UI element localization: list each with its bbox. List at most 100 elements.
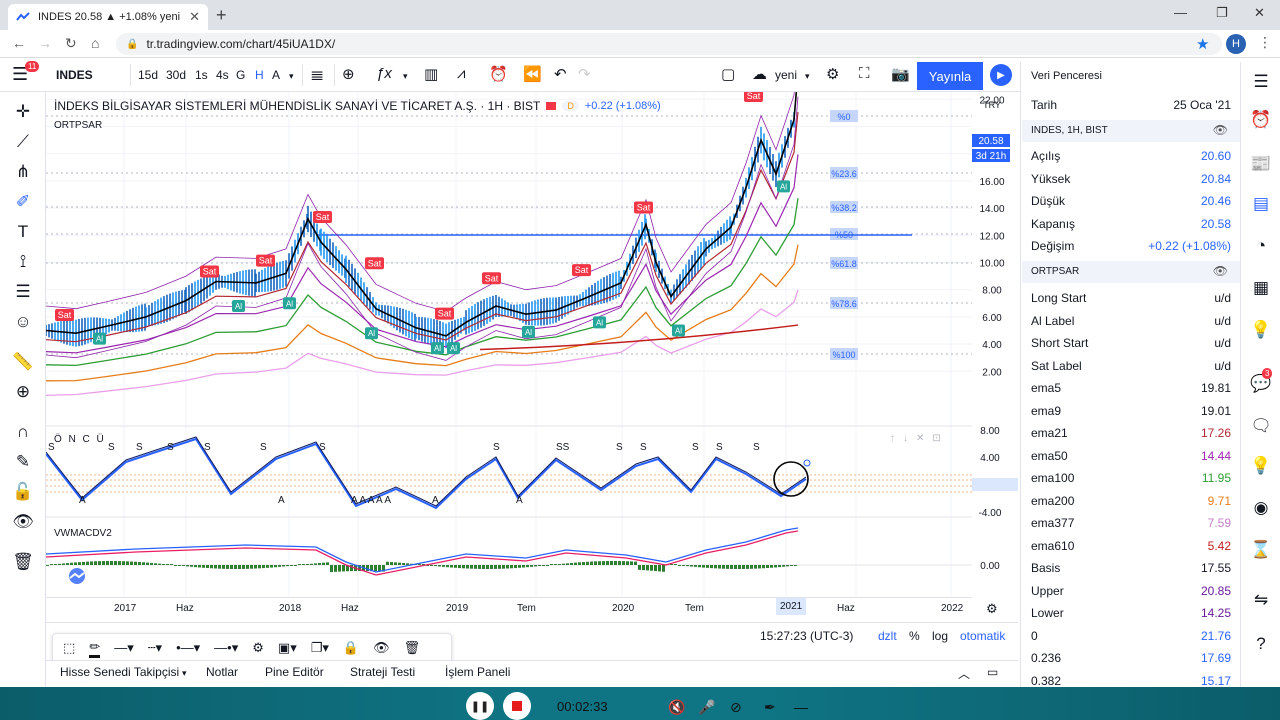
pane-controls[interactable]: ↑↓✕⊡ <box>890 433 949 444</box>
trash-icon[interactable]: 🗑 <box>12 552 34 572</box>
data-window-icon[interactable]: ▤ <box>1250 194 1272 214</box>
streams-icon[interactable]: 🗨 <box>1250 416 1272 436</box>
candle-style-icon[interactable]: 𝍣 <box>311 65 323 90</box>
mic-icon[interactable]: 🎤 <box>698 699 715 716</box>
clone-icon[interactable]: ❐▾ <box>311 640 329 656</box>
live-stream-icon[interactable]: ▶ <box>990 64 1012 86</box>
close-tab-icon[interactable]: ✕ <box>189 9 200 25</box>
vwmacd-legend[interactable]: VWMACDV2 <box>54 528 112 539</box>
flag-icon[interactable] <box>546 102 557 110</box>
brush-icon[interactable]: ✐ <box>12 192 34 212</box>
interval-30d[interactable]: 30d <box>166 68 186 82</box>
lock-icon[interactable]: 🔓 <box>12 482 34 502</box>
tab-trading-panel[interactable]: İşlem Paneli <box>445 665 510 679</box>
auto-scale-toggle[interactable]: otomatik <box>960 629 1005 643</box>
compare-add-icon[interactable]: ⊕ <box>342 65 355 83</box>
delete-drawing-icon[interactable]: 🗑 <box>404 640 421 656</box>
oncu-legend[interactable]: Ö N C Ü <box>54 434 106 445</box>
interval-dropdown-icon[interactable]: ▾ <box>289 71 294 82</box>
tab-stock-screener[interactable]: Hisse Senedi Takipçisi <box>60 665 179 679</box>
text-tool-icon[interactable]: T <box>12 222 34 242</box>
minimize-icon[interactable]: — <box>1174 5 1187 20</box>
browser-menu-icon[interactable]: ⋮ <box>1258 34 1272 51</box>
settings-gear-icon[interactable]: ⚙ <box>826 65 839 83</box>
emoji-icon[interactable]: ☺ <box>12 312 34 332</box>
layout-name[interactable]: yeni <box>775 68 797 82</box>
screener-dropdown-icon[interactable]: ▾ <box>182 668 187 679</box>
brush-color-icon[interactable]: ✏ <box>89 639 101 658</box>
interval-a[interactable]: A <box>272 68 280 82</box>
browser-tab[interactable]: INDES 20.58 ▲ +1.08% yeni ✕ <box>8 4 208 30</box>
close-window-icon[interactable]: ✕ <box>1254 5 1265 21</box>
bookmark-star-icon[interactable]: ★ <box>1196 35 1209 53</box>
bulb-alt-icon[interactable]: 💡 <box>1250 456 1272 476</box>
help-icon[interactable]: ? <box>1250 634 1272 654</box>
trend-line-icon[interactable]: ⟋ <box>12 132 34 152</box>
alerts-clock-icon[interactable]: ⏰ <box>1250 110 1272 130</box>
tab-pine-editor[interactable]: Pine Editör <box>265 665 324 679</box>
camera-icon[interactable]: 📷 <box>891 65 910 83</box>
line-width-icon[interactable]: —▾ <box>114 640 134 656</box>
line-style-icon[interactable]: ┄▾ <box>148 640 162 656</box>
template-icon[interactable]: ▣▾ <box>278 640 297 656</box>
indicators-dropdown-icon[interactable]: ▾ <box>403 71 408 82</box>
minimize-recorder-icon[interactable]: — <box>794 699 808 715</box>
magnet-icon[interactable]: ∩ <box>12 422 34 442</box>
symbol-search-button[interactable]: INDES <box>56 68 93 82</box>
interval-g[interactable]: G <box>236 68 245 82</box>
pencil-lock-icon[interactable]: ✎ <box>12 452 34 472</box>
ortpsar-legend[interactable]: ORTPSAR <box>54 120 102 131</box>
home-icon[interactable]: ⌂ <box>91 35 99 51</box>
price-chart[interactable]: %0%23.6%38.2%50%61.8%78.6%100 SatSatSatS… <box>46 92 972 597</box>
tab-notes[interactable]: Notlar <box>206 665 238 679</box>
eye-icon[interactable]: 👁 <box>1213 123 1228 137</box>
interval-15d[interactable]: 15d <box>138 68 158 82</box>
dom-icon[interactable]: ⇋ <box>1250 590 1272 610</box>
watchlist-icon[interactable]: ☰ <box>1250 72 1272 92</box>
adjust-toggle[interactable]: dzlt <box>878 629 897 643</box>
calendar-icon[interactable]: ▦ <box>1250 278 1272 298</box>
fib-tool-icon[interactable]: ⋔ <box>12 162 34 182</box>
prediction-icon[interactable]: ☰ <box>12 282 34 302</box>
fullscreen-layout-icon[interactable]: ▢ <box>721 65 735 83</box>
settings-icon[interactable]: ⚙ <box>252 640 264 656</box>
new-tab-button[interactable]: + <box>216 5 227 26</box>
templates-icon[interactable]: ⩘ <box>457 65 465 82</box>
line-start-icon[interactable]: •—▾ <box>176 640 200 656</box>
main-legend[interactable]: İNDEKS BİLGİSAYAR SİSTEMLERİ MÜHENDİSLİK… <box>54 99 661 113</box>
crosshair-icon[interactable]: ✛ <box>12 102 34 122</box>
interval-1s[interactable]: 1s <box>195 68 208 82</box>
percent-toggle[interactable]: % <box>909 629 920 643</box>
hotlist-icon[interactable]: ◔ <box>1250 236 1272 256</box>
live-icon[interactable]: ◉ <box>1250 498 1272 518</box>
visibility-icon[interactable]: 👁 <box>373 640 390 656</box>
maximize-panel-icon[interactable]: ▭ <box>987 665 998 679</box>
clock-timezone[interactable]: 15:27:23 (UTC-3) <box>760 629 853 643</box>
ideas-bulb-icon[interactable]: 💡 <box>1250 320 1272 340</box>
interval-h-active[interactable]: H <box>255 68 264 82</box>
zoom-icon[interactable]: ⊕ <box>12 382 34 402</box>
tab-strategy-tester[interactable]: Strateji Testi <box>350 665 415 679</box>
layout-dropdown-icon[interactable]: ▾ <box>805 71 810 82</box>
indicators-fx-icon[interactable]: ƒx <box>376 65 392 82</box>
line-end-icon[interactable]: —•▾ <box>214 640 238 656</box>
log-toggle[interactable]: log <box>932 629 948 643</box>
back-arrow-icon[interactable]: ← <box>12 35 26 51</box>
pause-recording-button[interactable]: ❚❚ <box>466 692 494 720</box>
drag-handle-icon[interactable]: ⬚ <box>63 640 75 656</box>
eye-icon[interactable]: 👁 <box>1213 264 1228 278</box>
undo-icon[interactable]: ↶ <box>554 65 567 83</box>
expand-icon[interactable]: ⛶ <box>859 65 870 82</box>
calendar-alt-icon[interactable]: ⌛ <box>1250 540 1272 560</box>
chart-settings-gear-icon[interactable]: ⚙ <box>986 601 998 617</box>
profile-avatar[interactable]: H <box>1226 34 1246 54</box>
collapse-panel-icon[interactable]: ︿ <box>958 665 970 682</box>
webcam-icon[interactable]: ⊘ <box>730 699 742 716</box>
url-input[interactable]: 🔒 tr.tradingview.com/chart/45iUA1DX/ <box>116 33 1222 55</box>
interval-4s[interactable]: 4s <box>216 68 229 82</box>
maximize-icon[interactable]: ❐ <box>1216 5 1228 21</box>
redo-icon[interactable]: ↷ <box>578 65 591 83</box>
forward-arrow-icon[interactable]: → <box>38 35 52 51</box>
price-axis[interactable]: 24.0022.0018.0016.0014.0012.0010.008.006… <box>972 92 1018 597</box>
alert-clock-icon[interactable]: ⏰ <box>489 65 508 83</box>
